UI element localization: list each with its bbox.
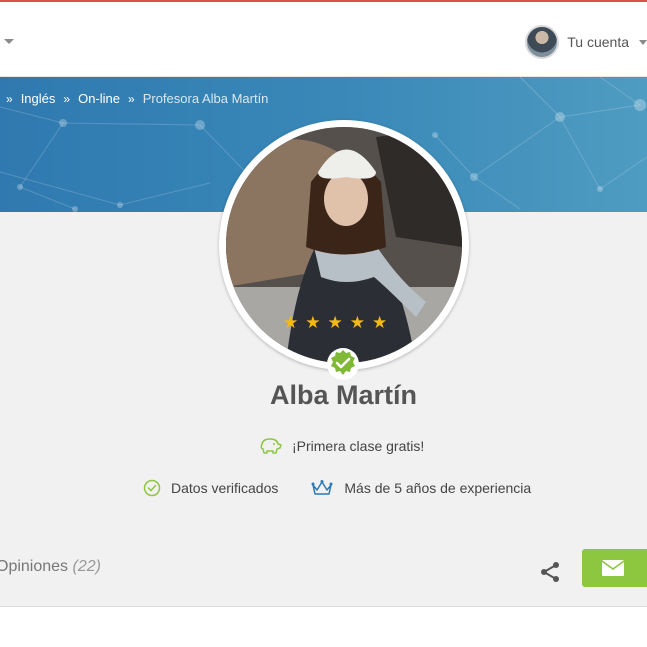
star-icon: ★ bbox=[327, 313, 343, 332]
contact-button[interactable] bbox=[582, 549, 647, 587]
breadcrumb: » Inglés » On-line » Profesora Alba Mart… bbox=[6, 91, 268, 106]
feature-experience: Más de 5 años de experiencia bbox=[310, 479, 531, 497]
experience-label: Más de 5 años de experiencia bbox=[344, 480, 532, 496]
opinions-label[interactable]: Opiniones bbox=[0, 558, 68, 575]
breadcrumb-current: Profesora Alba Martín bbox=[142, 91, 269, 106]
breadcrumb-separator: » bbox=[128, 91, 135, 106]
opinions-count[interactable]: (22) bbox=[73, 558, 101, 575]
site-header: Tu cuenta bbox=[0, 2, 647, 77]
chevron-down-icon[interactable] bbox=[639, 39, 647, 45]
feature-verified: Datos verificados bbox=[143, 479, 278, 497]
teacher-name: Alba Martín bbox=[269, 380, 417, 410]
check-circle-icon bbox=[143, 479, 161, 497]
star-icon: ★ bbox=[305, 313, 321, 332]
tab-opinions[interactable]: Opiniones (22) bbox=[0, 558, 101, 576]
verified-label: Datos verificados bbox=[171, 480, 279, 496]
chevron-down-icon[interactable] bbox=[4, 39, 14, 44]
piggy-bank-icon bbox=[260, 438, 282, 454]
account-label[interactable]: Tu cuenta bbox=[567, 34, 629, 50]
star-icon: ★ bbox=[349, 313, 365, 332]
envelope-icon bbox=[601, 560, 625, 576]
star-icon: ★ bbox=[372, 313, 388, 332]
share-icon[interactable] bbox=[538, 560, 562, 584]
breadcrumb-separator: » bbox=[6, 91, 13, 106]
account-menu[interactable]: Tu cuenta bbox=[525, 24, 647, 60]
avatar[interactable] bbox=[525, 25, 560, 59]
crown-icon bbox=[311, 480, 333, 495]
free-first-class: ¡Primera clase gratis! bbox=[258, 436, 424, 456]
breadcrumb-link-ingles[interactable]: Inglés bbox=[21, 91, 56, 106]
promo-label: ¡Primera clase gratis! bbox=[292, 438, 425, 454]
teacher-features: Datos verificados Más de 5 años de exper… bbox=[143, 479, 531, 497]
breadcrumb-separator: » bbox=[63, 91, 71, 106]
breadcrumb-link-online[interactable]: On-line bbox=[78, 91, 120, 106]
verified-badge-icon bbox=[327, 348, 359, 380]
rating-stars: ★ ★ ★ ★ ★ bbox=[283, 313, 387, 333]
star-icon: ★ bbox=[283, 313, 299, 332]
